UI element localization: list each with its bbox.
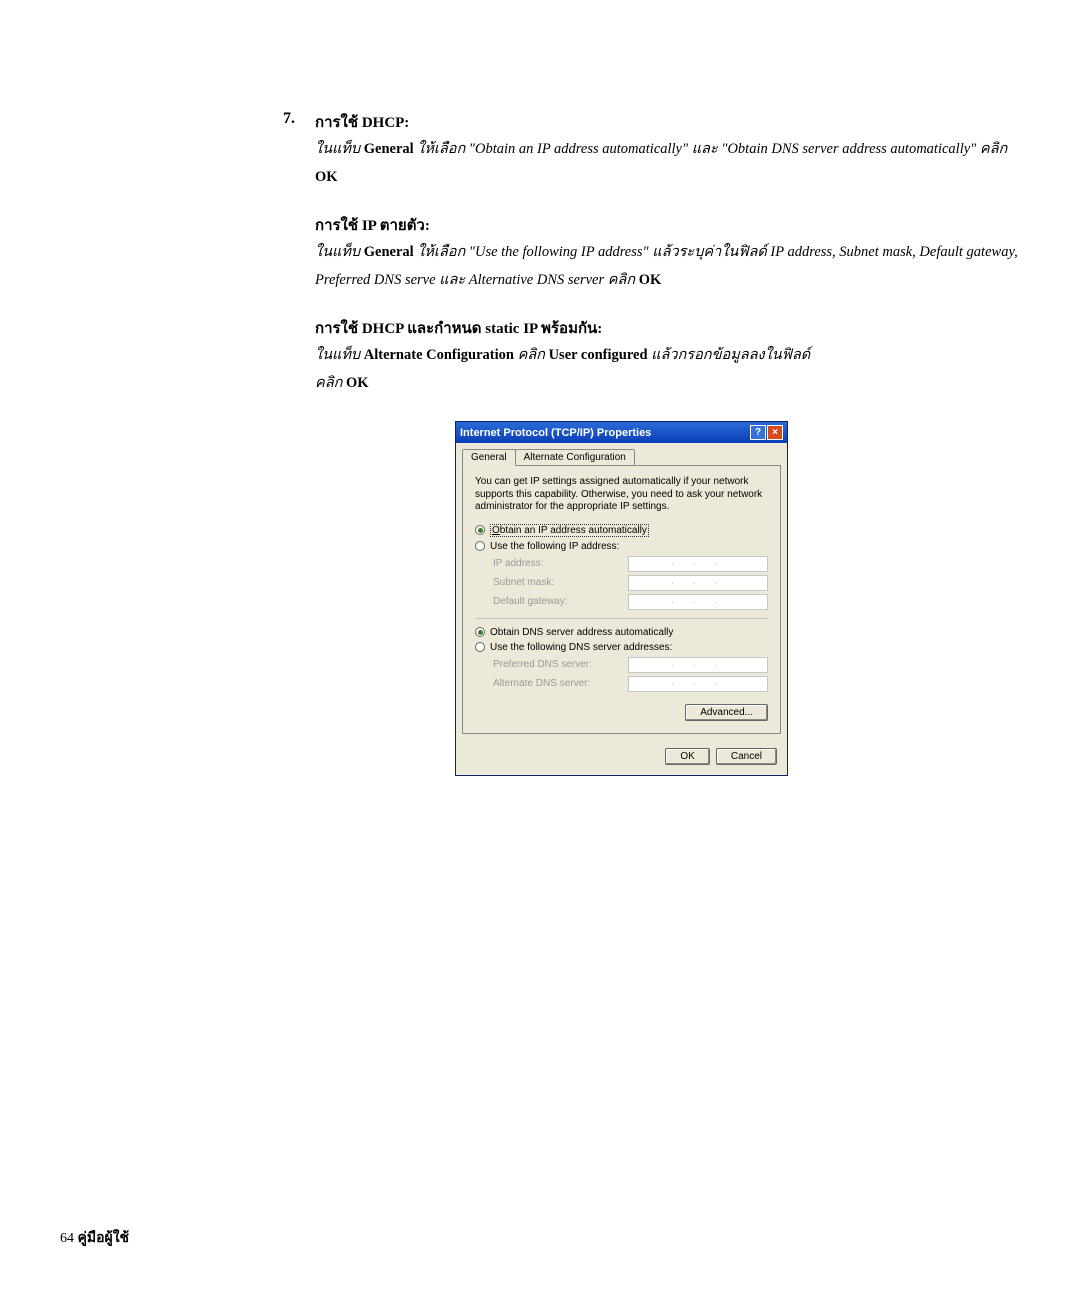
text: General (364, 141, 414, 157)
close-icon[interactable]: × (767, 425, 783, 440)
tab-general[interactable]: General (462, 449, 516, 466)
radio-off-icon (475, 541, 485, 551)
text: ในแท็บ (315, 141, 364, 157)
footer-label: คู่มือผู้ใช้ (78, 1231, 130, 1246)
text: Preferred DNS serve และ Alternative DNS … (315, 272, 639, 288)
page-number: 64 (60, 1231, 74, 1246)
radio-label: Use the following IP address: (490, 541, 619, 552)
radio-use-ip[interactable]: Use the following IP address: (475, 541, 768, 552)
preferred-dns-input: . . . (628, 657, 768, 673)
cancel-button[interactable]: Cancel (716, 748, 777, 765)
ok-button[interactable]: OK (665, 748, 709, 765)
static-heading: การใช้ IP ตายตัว: (315, 213, 1020, 237)
separator (475, 618, 768, 619)
radio-use-dns[interactable]: Use the following DNS server addresses: (475, 642, 768, 653)
text: คลิก (315, 375, 346, 391)
dialog-description: You can get IP settings assigned automat… (475, 476, 768, 514)
dhcp-heading: การใช้ DHCP: (315, 110, 1020, 134)
radio-label: Use the following DNS server addresses: (490, 642, 672, 653)
dhcp-text: ในแท็บ General ให้เลือก "Obtain an IP ad… (315, 136, 1020, 191)
radio-on-icon (475, 525, 485, 535)
dialog-title: Internet Protocol (TCP/IP) Properties (460, 427, 651, 439)
tab-alternate-configuration[interactable]: Alternate Configuration (515, 449, 635, 465)
text: General (364, 244, 414, 260)
text: Alternate Configuration (364, 347, 514, 363)
radio-on-icon (475, 627, 485, 637)
dialog-panel: You can get IP settings assigned automat… (462, 465, 781, 734)
default-gateway-input: . . . (628, 594, 768, 610)
text: OK (346, 375, 369, 391)
text: OK (315, 169, 338, 185)
dialog-titlebar: Internet Protocol (TCP/IP) Properties ? … (456, 422, 787, 443)
radio-obtain-dns[interactable]: Obtain DNS server address automatically (475, 627, 768, 638)
page-footer: 64 คู่มือผู้ใช้ (60, 1227, 129, 1249)
help-icon[interactable]: ? (750, 425, 766, 440)
alternate-dns-input: . . . (628, 676, 768, 692)
radio-label: Obtain DNS server address automatically (490, 627, 673, 638)
both-heading: การใช้ DHCP และกำหนด static IP พร้อมกัน: (315, 316, 1020, 340)
label-preferred-dns: Preferred DNS server: (493, 659, 592, 670)
ip-address-input: . . . (628, 556, 768, 572)
advanced-button[interactable]: Advanced... (685, 704, 768, 721)
radio-obtain-ip[interactable]: Obtain an IP address automatically (475, 524, 768, 537)
text: ในแท็บ (315, 347, 364, 363)
subnet-mask-input: . . . (628, 575, 768, 591)
step-number: 7. (275, 110, 295, 191)
text: OK (639, 272, 662, 288)
radio-label: Obtain an IP address automatically (490, 524, 649, 537)
label-subnet: Subnet mask: (493, 577, 554, 588)
text: ในแท็บ (315, 244, 364, 260)
text: User configured (549, 347, 648, 363)
static-text: ในแท็บ General ให้เลือก "Use the followi… (315, 239, 1020, 294)
radio-off-icon (475, 642, 485, 652)
text: ให้เลือก "Use the following IP address" … (414, 244, 1018, 260)
label-gateway: Default gateway: (493, 596, 568, 607)
text: แล้วกรอกข้อมูลลงในฟิลด์ (648, 347, 811, 363)
both-text: ในแท็บ Alternate Configuration คลิก User… (315, 342, 1020, 397)
label-ip: IP address: (493, 558, 543, 569)
label-alternate-dns: Alternate DNS server: (493, 678, 590, 689)
text: ให้เลือก "Obtain an IP address automatic… (414, 141, 1008, 157)
text: คลิก (514, 347, 549, 363)
tcpip-properties-dialog: Internet Protocol (TCP/IP) Properties ? … (455, 421, 788, 776)
